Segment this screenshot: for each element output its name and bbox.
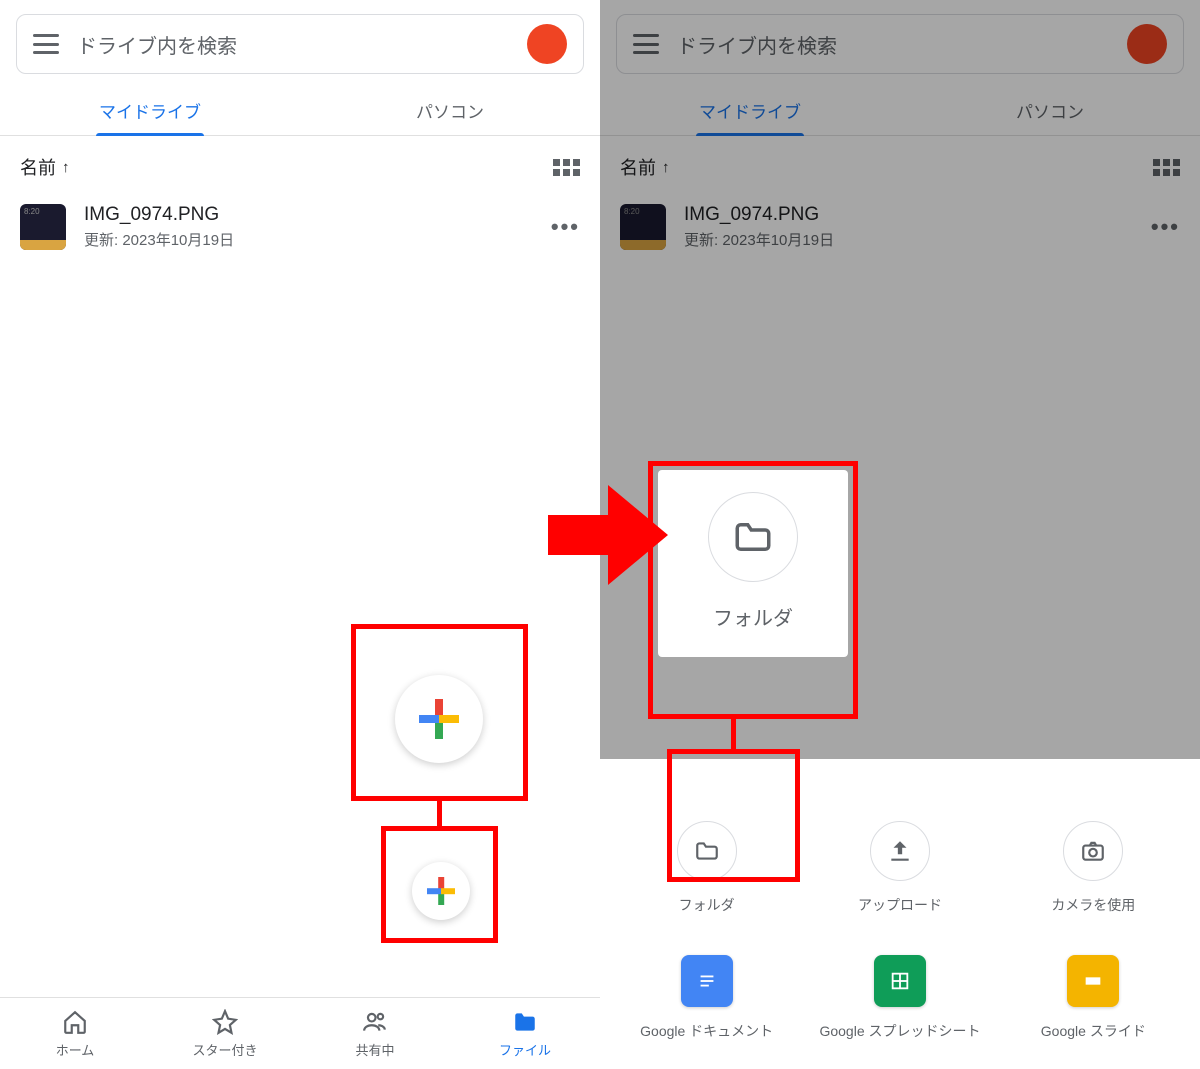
searchbar[interactable]: ドライブ内を検索 xyxy=(16,14,584,74)
folder-callout-button[interactable] xyxy=(708,492,798,582)
file-meta: IMG_0974.PNG 更新: 2023年10月19日 xyxy=(684,204,1133,250)
fab-new-large[interactable] xyxy=(395,675,483,763)
highlight-connector xyxy=(731,719,736,749)
upload-icon-button[interactable] xyxy=(870,821,930,881)
file-name: IMG_0974.PNG xyxy=(684,204,1133,226)
file-item[interactable]: IMG_0974.PNG 更新: 2023年10月19日 ••• xyxy=(600,190,1200,264)
search-placeholder: ドライブ内を検索 xyxy=(77,30,509,59)
folder-callout-label: フォルダ xyxy=(713,602,793,631)
avatar[interactable] xyxy=(1127,24,1167,64)
create-camera[interactable]: カメラを使用 xyxy=(997,821,1190,915)
nav-shared-label: 共有中 xyxy=(355,1040,394,1059)
avatar[interactable] xyxy=(527,24,567,64)
right-panel: ドライブ内を検索 マイドライブ パソコン 名前 ↑ IMG_0974.PNG 更… xyxy=(600,0,1200,1069)
tab-computer[interactable]: パソコン xyxy=(900,84,1200,135)
create-folder-label: フォルダ xyxy=(679,895,735,915)
camera-icon-button[interactable] xyxy=(1063,821,1123,881)
nav-home-label: ホーム xyxy=(56,1040,95,1059)
file-thumbnail xyxy=(620,204,666,250)
sort-arrow-icon: ↑ xyxy=(62,159,70,176)
sort-row[interactable]: 名前 ↑ xyxy=(0,136,600,190)
home-icon xyxy=(62,1009,88,1035)
sort-label: 名前 xyxy=(20,154,56,180)
more-icon[interactable]: ••• xyxy=(1151,214,1180,240)
nav-starred-label: スター付き xyxy=(192,1040,257,1059)
folder-callout: フォルダ xyxy=(658,470,848,657)
bottom-nav: ホーム スター付き 共有中 ファイル xyxy=(0,997,600,1069)
tab-mydrive[interactable]: マイドライブ xyxy=(600,84,900,135)
star-icon xyxy=(212,1009,238,1035)
folder-outline-icon xyxy=(694,838,720,864)
big-arrow-icon xyxy=(548,480,668,590)
slides-icon xyxy=(1067,955,1119,1007)
file-name: IMG_0974.PNG xyxy=(84,204,533,226)
tab-mydrive[interactable]: マイドライブ xyxy=(0,84,300,135)
sort-label: 名前 xyxy=(620,154,656,180)
nav-starred[interactable]: スター付き xyxy=(150,998,300,1069)
file-subtitle: 更新: 2023年10月19日 xyxy=(684,229,1133,250)
file-subtitle: 更新: 2023年10月19日 xyxy=(84,229,533,250)
folder-outline-icon xyxy=(732,516,774,558)
people-icon xyxy=(362,1009,388,1035)
file-thumbnail xyxy=(20,204,66,250)
tabs: マイドライブ パソコン xyxy=(600,84,1200,136)
menu-icon[interactable] xyxy=(633,34,659,54)
menu-icon[interactable] xyxy=(33,34,59,54)
create-docs[interactable]: Google ドキュメント xyxy=(610,955,803,1041)
tab-computer[interactable]: パソコン xyxy=(300,84,600,135)
grid-view-icon[interactable] xyxy=(553,159,580,176)
create-camera-label: カメラを使用 xyxy=(1051,895,1135,915)
create-sheet: フォルダ アップロード カメラを使用 Google ドキュメント Google … xyxy=(600,791,1200,1069)
fab-new[interactable] xyxy=(412,862,470,920)
search-placeholder: ドライブ内を検索 xyxy=(677,30,1109,59)
left-panel: ドライブ内を検索 マイドライブ パソコン 名前 ↑ IMG_0974.PNG 更… xyxy=(0,0,600,1069)
create-upload[interactable]: アップロード xyxy=(803,821,996,915)
create-docs-label: Google ドキュメント xyxy=(640,1021,773,1041)
tabs: マイドライブ パソコン xyxy=(0,84,600,136)
nav-shared[interactable]: 共有中 xyxy=(300,998,450,1069)
more-icon[interactable]: ••• xyxy=(551,214,580,240)
create-slides-label: Google スライド xyxy=(1041,1021,1146,1041)
folder-icon xyxy=(512,1009,538,1035)
create-sheets-label: Google スプレッドシート xyxy=(819,1021,980,1041)
sort-row[interactable]: 名前 ↑ xyxy=(600,136,1200,190)
plus-icon xyxy=(427,877,455,905)
docs-icon xyxy=(681,955,733,1007)
nav-files-label: ファイル xyxy=(499,1040,551,1059)
searchbar-container: ドライブ内を検索 xyxy=(600,0,1200,84)
sort-arrow-icon: ↑ xyxy=(662,159,670,176)
create-sheets[interactable]: Google スプレッドシート xyxy=(803,955,996,1041)
create-upload-label: アップロード xyxy=(858,895,942,915)
upload-icon xyxy=(887,838,913,864)
create-slides[interactable]: Google スライド xyxy=(997,955,1190,1041)
file-item[interactable]: IMG_0974.PNG 更新: 2023年10月19日 ••• xyxy=(0,190,600,264)
nav-files[interactable]: ファイル xyxy=(450,998,600,1069)
nav-home[interactable]: ホーム xyxy=(0,998,150,1069)
camera-icon xyxy=(1080,838,1106,864)
searchbar[interactable]: ドライブ内を検索 xyxy=(616,14,1184,74)
searchbar-container: ドライブ内を検索 xyxy=(0,0,600,84)
create-folder[interactable]: フォルダ xyxy=(610,821,803,915)
sheets-icon xyxy=(874,955,926,1007)
file-meta: IMG_0974.PNG 更新: 2023年10月19日 xyxy=(84,204,533,250)
folder-icon-button[interactable] xyxy=(677,821,737,881)
plus-icon xyxy=(419,699,459,739)
highlight-connector xyxy=(437,801,442,826)
grid-view-icon[interactable] xyxy=(1153,159,1180,176)
